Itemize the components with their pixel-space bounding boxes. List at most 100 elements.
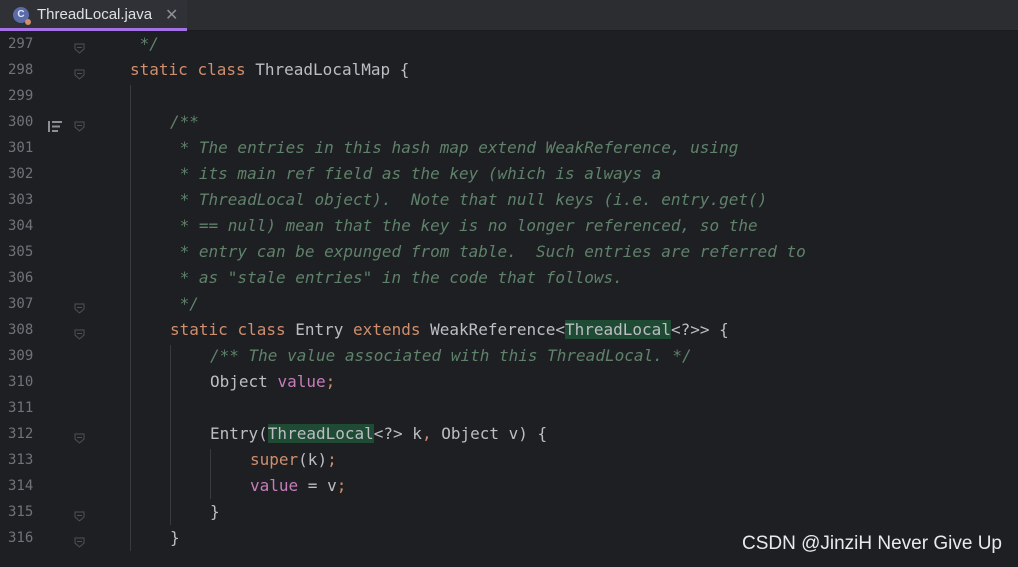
rendered-doc-icon[interactable] [48,117,62,136]
line-number: 316 [8,530,34,546]
line-number: 315 [8,504,34,520]
code-token: * The entries in this hash map extend We… [170,138,739,157]
code-text: * entry can be expunged from table. Such… [170,239,806,265]
code-text: * ThreadLocal object). Note that null ke… [170,187,768,213]
code-text: * its main ref field as the key (which i… [170,161,662,187]
code-line: 306 * as "stale entries" in the code tha… [0,265,1018,291]
code-token: * its main ref field as the key (which i… [170,164,662,183]
code-text: } [210,499,220,525]
code-text: * == null) mean that the key is no longe… [170,213,758,239]
code-text: static class Entry extends WeakReference… [170,317,729,343]
line-number: 306 [8,270,34,286]
fold-icon[interactable] [74,429,85,448]
code-line: 315} [0,499,1018,525]
code-token: value [277,372,326,391]
code-text: value = v; [250,473,346,499]
line-number: 304 [8,218,34,234]
code-line: 304 * == null) mean that the key is no l… [0,213,1018,239]
fold-icon[interactable] [74,533,85,552]
code-token: value [250,476,299,495]
line-number: 301 [8,140,34,156]
fold-icon[interactable] [74,325,85,344]
code-text: static class ThreadLocalMap { [130,57,409,83]
java-class-icon: C [13,7,31,25]
code-token: Entry [285,320,354,339]
watermark: CSDN @JinziH Never Give Up [741,533,1002,554]
code-token: } [170,528,180,547]
code-line: 308 static class Entry extends WeakRefere… [0,317,1018,343]
code-line: 302 * its main ref field as the key (whi… [0,161,1018,187]
code-token: <?>> { [670,320,729,339]
code-token: static [130,60,188,79]
code-token: static [170,320,228,339]
code-text: /** The value associated with this Threa… [210,343,692,369]
line-number: 309 [8,348,34,364]
code-line: 298 static class ThreadLocalMap { [0,57,1018,83]
code-line: 299 [0,83,1018,109]
code-token: ThreadLocal [564,320,671,339]
code-text: /** [170,109,199,135]
code-text: Object value; [210,369,335,395]
tab-threadlocal-java[interactable]: C ThreadLocal.java ✕ [0,0,187,31]
code-token: <?> k [373,424,422,443]
fold-icon[interactable] [74,39,85,58]
code-token: * ThreadLocal object). Note that null ke… [170,190,768,209]
code-line: 300 /** [0,109,1018,135]
code-text: super(k); [250,447,337,473]
editor-tab-bar: C ThreadLocal.java ✕ [0,0,1018,31]
close-icon[interactable]: ✕ [165,5,178,25]
code-token: Entry( [210,424,268,443]
code-token: ; [336,476,347,495]
line-number: 307 [8,296,34,312]
code-token: */ [170,294,199,313]
code-token: Object [210,372,278,391]
code-line: 310 Object value; [0,369,1018,395]
code-token: Object v) { [431,424,548,443]
line-number: 308 [8,322,34,338]
code-token: * == null) mean that the key is no longe… [170,216,758,235]
fold-icon[interactable] [74,507,85,526]
code-line: 309 /** The value associated with this Th… [0,343,1018,369]
code-token: ThreadLocal [267,424,374,443]
code-editor[interactable]: 297 */298 static class ThreadLocalMap {29… [0,31,1018,567]
tab-title: ThreadLocal.java [37,6,153,23]
code-token: ThreadLocalMap { [245,60,410,79]
code-line: 311 [0,395,1018,421]
code-token: } [210,502,220,521]
code-text: } [170,525,180,551]
code-token: , [421,424,432,443]
line-number: 312 [8,426,34,442]
code-token: ; [325,372,336,391]
code-token: super [250,450,299,469]
code-token: (k) [298,450,328,469]
line-number: 311 [8,400,34,416]
code-token: /** [170,112,199,131]
line-number: 299 [8,88,34,104]
code-line: 305 * entry can be expunged from table. … [0,239,1018,265]
code-token: WeakReference< [420,320,565,339]
code-line: 303 * ThreadLocal object). Note that nul… [0,187,1018,213]
code-token: class [237,320,286,339]
code-text: * as "stale entries" in the code that fo… [170,265,623,291]
fold-icon[interactable] [74,299,85,318]
code-token: * as "stale entries" in the code that fo… [170,268,623,287]
code-token: ; [327,450,337,469]
code-text: Entry(ThreadLocal<?> k, Object v) { [210,421,547,447]
code-token: /** The value associated with this Threa… [210,346,692,365]
fold-icon[interactable] [74,117,85,136]
fold-icon[interactable] [74,65,85,84]
line-number: 305 [8,244,34,260]
line-number: 297 [8,36,34,52]
line-number: 314 [8,478,34,494]
code-text: */ [170,291,199,317]
line-number: 303 [8,192,34,208]
code-line: 301 * The entries in this hash map exten… [0,135,1018,161]
line-number: 298 [8,62,34,78]
code-token: */ [130,34,159,53]
code-line: 312 Entry(ThreadLocal<?> k, Object v) { [0,421,1018,447]
code-token: extends [353,320,421,339]
code-token: class [197,60,246,79]
line-number: 300 [8,114,34,130]
